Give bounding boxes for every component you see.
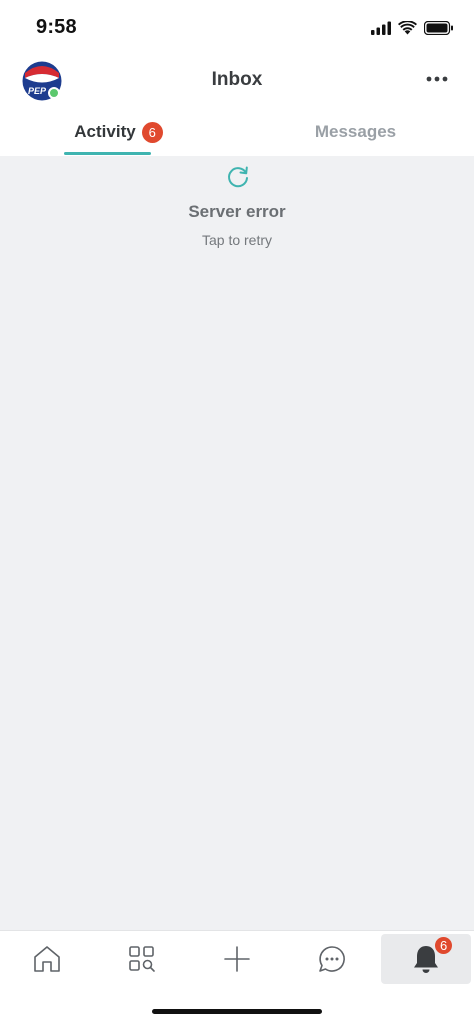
retry-icon[interactable] [225, 164, 251, 190]
active-tab-indicator [64, 152, 151, 155]
activity-feed[interactable]: Server error Tap to retry [0, 156, 474, 930]
tabbar-discover[interactable] [95, 931, 189, 987]
ellipsis-icon [426, 76, 448, 82]
inbox-tabs: Activity 6 Messages [0, 108, 474, 156]
activity-count-badge: 6 [141, 121, 163, 143]
tabbar-home[interactable] [0, 931, 94, 987]
notification-count-badge: 6 [433, 935, 455, 956]
inbox-header: PEP Inbox [0, 56, 474, 108]
status-time: 9:58 [36, 16, 77, 38]
status-bar: 9:58 [0, 0, 474, 56]
battery-icon [424, 21, 453, 35]
tabbar-create[interactable] [190, 931, 284, 987]
home-indicator[interactable] [152, 1009, 322, 1014]
search-apps-icon [129, 946, 155, 972]
tab-messages-label: Messages [314, 122, 397, 141]
tabbar-chat[interactable] [285, 931, 379, 987]
chat-icon [319, 946, 345, 972]
status-icons [371, 18, 454, 38]
wifi-icon [398, 21, 417, 35]
error-title: Server error [188, 202, 286, 221]
tab-activity[interactable]: Activity 6 [0, 108, 237, 156]
cellular-signal-icon [371, 21, 391, 35]
tab-messages[interactable]: Messages [237, 108, 474, 156]
plus-icon [224, 946, 250, 972]
retry-link[interactable]: Tap to retry [0, 232, 474, 248]
more-options-button[interactable] [422, 66, 452, 92]
home-icon [34, 946, 60, 972]
tabbar-notifications[interactable]: 6 [381, 934, 471, 984]
page-title: Inbox [211, 69, 263, 90]
tab-activity-label: Activity [74, 122, 136, 141]
